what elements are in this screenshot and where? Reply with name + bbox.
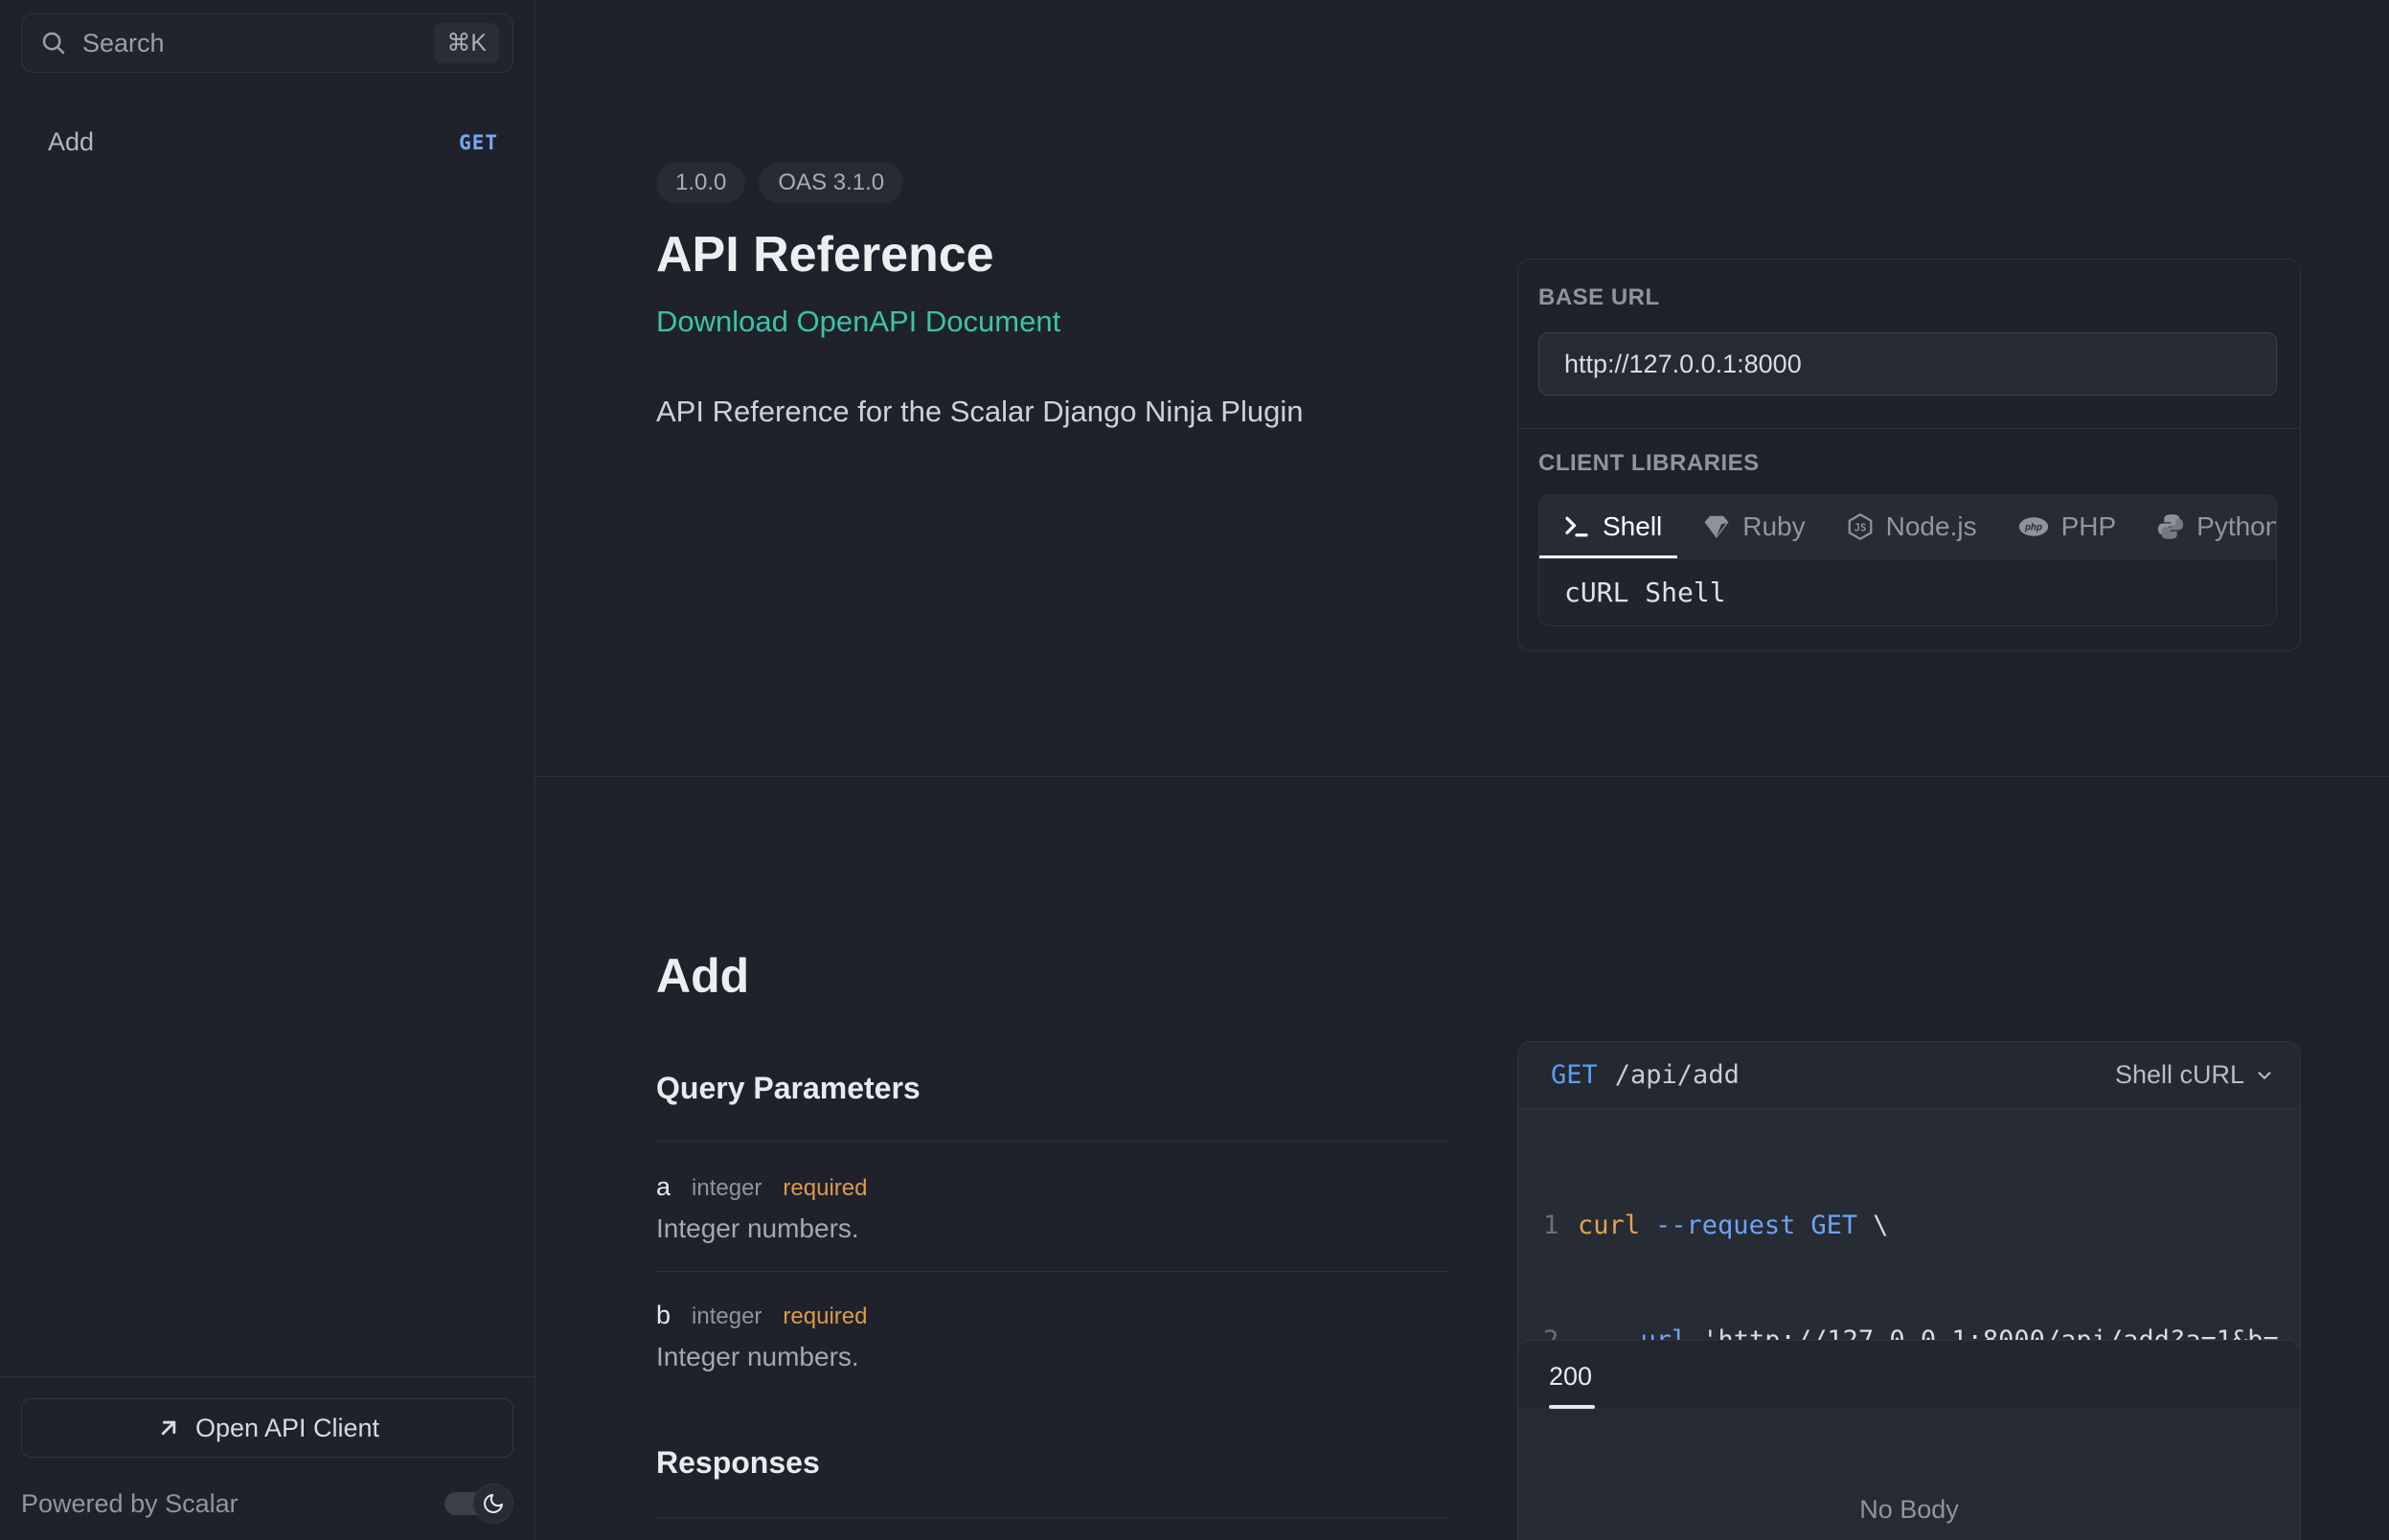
operation-section: Add Query Parameters a integer required … [656, 948, 1449, 1540]
sidebar-footer: Open API Client Powered by Scalar [0, 1376, 535, 1540]
response-header: 200 [1518, 1341, 2300, 1410]
tab-shell[interactable]: Shell [1562, 495, 1662, 558]
response-example-card: 200 No Body [1517, 1340, 2301, 1540]
open-api-client-button[interactable]: Open API Client [21, 1398, 513, 1458]
code-token: curl [1578, 1207, 1640, 1245]
sidebar-item-label: Add [48, 127, 94, 157]
svg-text:JS: JS [1854, 522, 1866, 534]
sidebar-item-add[interactable]: Add GET [0, 113, 535, 171]
operation-title: Add [656, 948, 1449, 1004]
section-divider [535, 776, 2389, 777]
sidebar-spacer [0, 171, 535, 1376]
request-method: GET [1551, 1060, 1598, 1090]
tab-label: Python [2196, 511, 2277, 542]
base-url-input[interactable] [1538, 332, 2277, 396]
response-body: No Body [1518, 1410, 2300, 1540]
dark-mode-toggle[interactable] [444, 1483, 513, 1525]
ruby-gem-icon [1702, 512, 1731, 541]
chevron-down-icon [2254, 1065, 2275, 1086]
svg-text:php: php [2024, 523, 2042, 533]
code-token: \ [1873, 1207, 1888, 1245]
search-input[interactable]: Search ⌘K [21, 13, 513, 73]
parameter-row-b: b integer required [656, 1301, 1449, 1330]
parameter-required-flag: required [783, 1175, 867, 1202]
divider [656, 1517, 1449, 1518]
tab-label: Node.js [1886, 511, 1977, 542]
intro-section: 1.0.0 OAS 3.1.0 API Reference Download O… [656, 163, 1451, 429]
nodejs-icon: JS [1846, 512, 1875, 541]
language-selector-label: Shell cURL [2115, 1060, 2244, 1090]
active-tab-underline [1549, 1405, 1595, 1409]
sidebar-nav: Add GET [0, 113, 535, 171]
parameter-name: a [656, 1172, 671, 1202]
code-token: --request [1655, 1207, 1795, 1245]
oas-version-badge: OAS 3.1.0 [759, 163, 903, 203]
sidebar: Search ⌘K Add GET Open API Client [0, 0, 535, 1540]
download-openapi-link[interactable]: Download OpenAPI Document [656, 305, 1060, 339]
selected-client-row[interactable]: cURL Shell [1539, 558, 2276, 625]
page-title: API Reference [656, 226, 1451, 283]
parameter-row-a: a integer required [656, 1172, 1449, 1202]
code-line: 1 curl --request GET \ [1518, 1207, 2300, 1245]
responses-heading: Responses [656, 1445, 1449, 1481]
open-api-client-label: Open API Client [195, 1414, 379, 1443]
tab-nodejs[interactable]: JS Node.js [1846, 495, 1977, 558]
server-card: BASE URL CLIENT LIBRARIES [1517, 259, 2301, 651]
search-shortcut-badge: ⌘K [434, 23, 499, 63]
http-method-badge: GET [459, 131, 498, 154]
powered-by-label: Powered by Scalar [21, 1489, 239, 1519]
client-libraries-label: CLIENT LIBRARIES [1538, 450, 2277, 477]
code-token: GET [1810, 1207, 1857, 1245]
client-libraries-block: CLIENT LIBRARIES Shell [1518, 428, 2300, 650]
arrow-up-right-icon [155, 1415, 182, 1441]
tab-label: Shell [1603, 511, 1662, 542]
client-library-tabs: Shell Ruby [1539, 495, 2276, 558]
tab-label: PHP [2061, 511, 2117, 542]
parameter-description: Integer numbers. [656, 1342, 1449, 1372]
main-content: 1.0.0 OAS 3.1.0 API Reference Download O… [535, 0, 2389, 1540]
base-url-block: BASE URL [1518, 260, 2300, 428]
badge-row: 1.0.0 OAS 3.1.0 [656, 163, 1451, 203]
tab-ruby[interactable]: Ruby [1702, 495, 1805, 558]
moon-icon [482, 1492, 505, 1515]
parameter-type: integer [692, 1303, 762, 1330]
request-header: GET /api/add Shell cURL [1518, 1042, 2300, 1109]
client-libraries-box: Shell Ruby [1538, 494, 2277, 626]
tab-python[interactable]: Python [2156, 495, 2277, 558]
python-icon [2156, 512, 2185, 541]
parameter-type: integer [692, 1175, 762, 1202]
divider [656, 1271, 1449, 1272]
divider [656, 1141, 1449, 1142]
parameter-description: Integer numbers. [656, 1213, 1449, 1244]
parameter-name: b [656, 1301, 671, 1330]
language-selector[interactable]: Shell cURL [2115, 1060, 2275, 1090]
base-url-label: BASE URL [1538, 284, 2277, 311]
api-description: API Reference for the Scalar Django Ninj… [656, 395, 1451, 429]
no-body-label: No Body [1859, 1495, 1959, 1525]
powered-row: Powered by Scalar [21, 1483, 513, 1525]
tab-label: Ruby [1742, 511, 1805, 542]
search-icon [39, 29, 68, 57]
tab-php[interactable]: php PHP [2017, 495, 2117, 558]
api-reference-page: Search ⌘K Add GET Open API Client [0, 0, 2389, 1540]
status-tab-200[interactable]: 200 [1549, 1362, 1592, 1392]
php-icon: php [2017, 512, 2050, 541]
version-badge: 1.0.0 [656, 163, 745, 203]
line-number: 1 [1518, 1207, 1578, 1245]
toggle-thumb [473, 1483, 513, 1524]
parameter-required-flag: required [783, 1303, 867, 1330]
terminal-icon [1562, 512, 1591, 541]
query-parameters-heading: Query Parameters [656, 1071, 1449, 1106]
request-path: /api/add [1615, 1060, 1740, 1090]
search-placeholder: Search [82, 29, 165, 58]
